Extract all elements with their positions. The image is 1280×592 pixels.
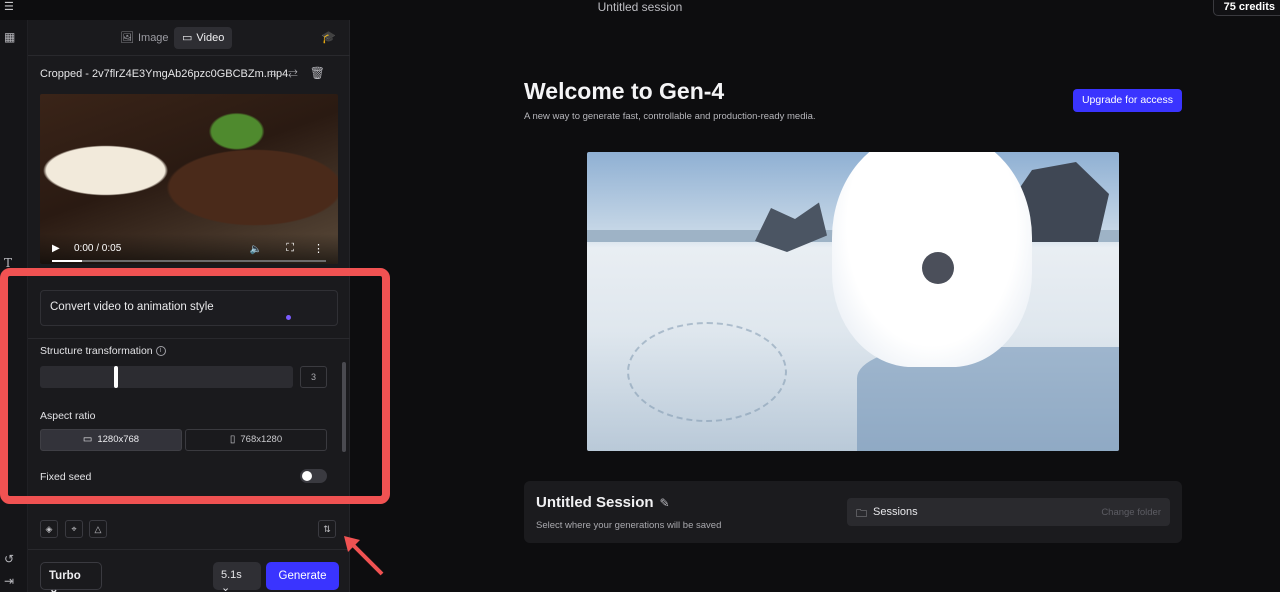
swap-icon[interactable]: ⇄ <box>288 66 310 80</box>
duration-label: 5.1s <box>221 569 242 581</box>
session-name[interactable]: Untitled Session ✎ <box>536 494 670 511</box>
video-progress[interactable] <box>52 260 326 262</box>
fixed-seed-label: Fixed seed <box>40 471 92 483</box>
pointer-arrow <box>344 536 384 576</box>
toggle-knob <box>302 471 312 481</box>
aspect-portrait-button[interactable]: ▯ 768x1280 <box>185 429 327 451</box>
grid-icon[interactable]: ▦ <box>4 30 15 44</box>
collapse-icon[interactable]: ⇥ <box>4 574 14 588</box>
model-select[interactable]: Turbo ⌄ <box>40 562 102 592</box>
aspect-portrait-label: 768x1280 <box>240 434 283 445</box>
layers-icon[interactable]: ◈ <box>40 520 58 538</box>
structure-label: Structure transformation i <box>40 345 166 357</box>
divider <box>28 338 350 339</box>
more-icon[interactable]: ⋮ <box>313 242 324 255</box>
tab-video[interactable]: ▭ Video <box>174 27 233 49</box>
prompt-indicator <box>286 315 291 320</box>
top-bar: ☰ Untitled session 75 credits <box>0 0 1280 18</box>
chevron-down-icon: ⌄ <box>49 584 59 592</box>
mode-tabs: 🖼 Image ▭ Video 🎓 <box>28 20 350 56</box>
credits-badge[interactable]: 75 credits <box>1212 0 1280 16</box>
focus-icon[interactable]: ⌖ <box>65 520 83 538</box>
structure-label-text: Structure transformation <box>40 345 153 357</box>
upgrade-button[interactable]: Upgrade for access <box>1073 89 1182 112</box>
graduation-cap-icon[interactable]: 🎓 <box>321 30 336 44</box>
session-subtitle: Select where your generations will be sa… <box>536 520 722 531</box>
scrollbar[interactable] <box>342 362 346 452</box>
sliders-icon[interactable]: ⇅ <box>318 520 336 538</box>
chevron-down-icon: ⌄ <box>221 582 231 592</box>
sample-video[interactable] <box>587 152 1119 451</box>
wreckage-left <box>755 202 827 252</box>
prompt-input[interactable]: Convert video to animation style <box>40 290 338 326</box>
structure-slider[interactable] <box>40 366 293 388</box>
tab-image[interactable]: 🖼 Image <box>112 27 177 49</box>
sessions-folder-button[interactable]: 🗀 Sessions Change folder <box>847 498 1170 526</box>
sidebar: 🖼 Image ▭ Video 🎓 Cropped - 2v7flrZ4E3YmgA… <box>28 20 350 592</box>
info-icon[interactable]: i <box>155 346 166 357</box>
footprints <box>627 322 787 422</box>
sessions-label: Sessions <box>873 506 918 518</box>
model-label: Turbo <box>49 570 81 582</box>
image-icon: 🖼 <box>120 32 134 44</box>
session-name-text: Untitled Session <box>536 494 654 511</box>
history-icon[interactable]: ↺ <box>4 552 14 566</box>
video-controls: ▶ 0:00 / 0:05 🔈 ⛶ ⋮ <box>40 234 338 264</box>
fullscreen-icon[interactable]: ⛶ <box>286 242 294 255</box>
text-icon[interactable]: T <box>4 256 12 270</box>
prompt-text: Convert video to animation style <box>50 301 214 313</box>
change-folder-link[interactable]: Change folder <box>1101 507 1161 518</box>
video-preview[interactable]: ▶ 0:00 / 0:05 🔈 ⛶ ⋮ <box>40 94 338 264</box>
bear-tail <box>922 252 954 284</box>
crop-icon[interactable]: ⌗ <box>269 66 288 80</box>
volume-icon[interactable]: 🔈 <box>250 244 262 255</box>
aspect-landscape-label: 1280x768 <box>97 434 140 445</box>
duration-select[interactable]: 5.1s ⌄ <box>213 562 261 592</box>
fixed-seed-toggle[interactable] <box>300 469 327 483</box>
page-subtitle: A new way to generate fast, controllable… <box>524 111 816 122</box>
shapes-icon[interactable]: △ <box>89 520 107 538</box>
aspect-ratio-label: Aspect ratio <box>40 410 96 422</box>
trash-icon[interactable]: 🗑 <box>310 66 337 80</box>
aspect-landscape-button[interactable]: ▭ 1280x768 <box>40 429 182 451</box>
session-card: Untitled Session ✎ Select where your gene… <box>524 481 1182 543</box>
portrait-icon: ▯ <box>229 434 236 445</box>
page-title: Welcome to Gen-4 <box>524 78 725 104</box>
landscape-icon: ▭ <box>82 434 93 445</box>
slider-thumb[interactable] <box>113 366 118 388</box>
bottom-bar: Turbo ⌄ 5.1s ⌄ Generate <box>28 549 350 592</box>
structure-value[interactable]: 3 <box>300 366 327 388</box>
video-progress-fill <box>52 260 83 262</box>
file-actions: ⌗⇄🗑 <box>269 66 337 81</box>
pencil-icon[interactable]: ✎ <box>660 496 670 510</box>
folder-icon: 🗀 <box>856 508 867 520</box>
generate-button[interactable]: Generate <box>266 562 339 590</box>
left-rail: ▦ T ↺ ⇥ <box>0 20 28 592</box>
video-time: 0:00 / 0:05 <box>74 243 122 254</box>
play-icon[interactable]: ▶ <box>52 243 60 254</box>
session-title: Untitled session <box>597 0 683 14</box>
video-icon: ▭ <box>182 32 193 44</box>
